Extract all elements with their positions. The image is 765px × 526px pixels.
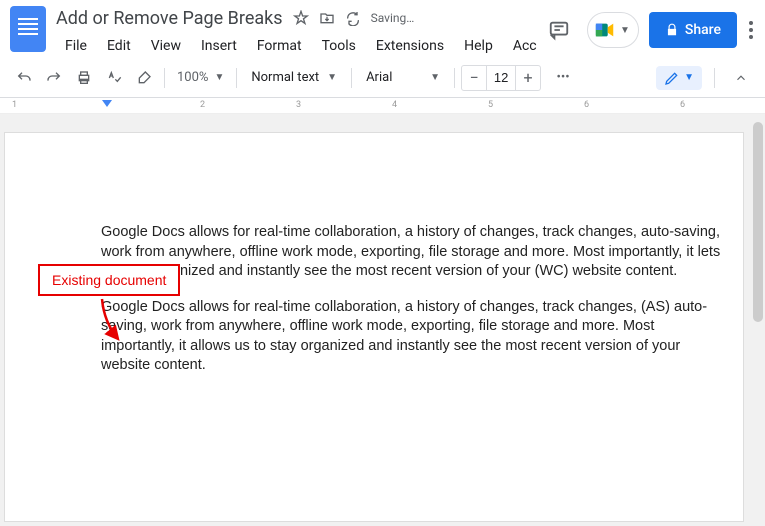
separator	[714, 68, 715, 88]
indent-marker[interactable]	[102, 100, 112, 107]
header-right: ▼ Share	[541, 6, 755, 48]
font-size-group: − +	[461, 65, 541, 91]
title-zone: Add or Remove Page Breaks Saving… File E…	[56, 6, 531, 58]
zoom-value: 100%	[177, 70, 208, 85]
style-value: Normal text	[251, 70, 319, 85]
editing-mode-button[interactable]: ▼	[656, 66, 702, 90]
star-icon[interactable]	[293, 10, 309, 26]
menu-view[interactable]: View	[142, 34, 190, 58]
separator	[236, 68, 237, 88]
font-size-input[interactable]	[486, 66, 516, 90]
document-area: Existing document Google Docs allows for…	[0, 114, 765, 526]
ruler[interactable]: 1 2 3 4 5 6 6	[0, 98, 765, 114]
paint-format-button[interactable]	[130, 64, 158, 92]
menu-edit[interactable]: Edit	[98, 34, 140, 58]
pen-icon	[664, 70, 680, 86]
annotation-label: Existing document	[38, 264, 180, 296]
menu-file[interactable]: File	[56, 34, 96, 58]
font-family-select[interactable]: Arial ▼	[358, 70, 448, 85]
font-value: Arial	[366, 70, 392, 85]
redo-button[interactable]	[40, 64, 68, 92]
meet-button[interactable]: ▼	[587, 12, 639, 48]
menu-bar: File Edit View Insert Format Tools Exten…	[56, 34, 531, 58]
chevron-down-icon: ▼	[430, 72, 440, 83]
share-label: Share	[685, 22, 721, 38]
docs-logo-icon[interactable]	[10, 6, 46, 52]
more-tools-button[interactable]: •••	[549, 64, 577, 92]
spellcheck-button[interactable]	[100, 64, 128, 92]
chevron-down-icon: ▼	[327, 72, 337, 83]
comments-button[interactable]	[541, 12, 577, 48]
more-vert-icon[interactable]	[747, 21, 755, 39]
menu-format[interactable]: Format	[248, 34, 311, 58]
paragraph-style-select[interactable]: Normal text ▼	[243, 70, 345, 85]
saving-status: Saving…	[371, 11, 415, 25]
print-button[interactable]	[70, 64, 98, 92]
toolbar: 100% ▼ Normal text ▼ Arial ▼ − + ••• ▼	[0, 58, 765, 98]
ruler-mark: 6	[680, 100, 685, 110]
menu-insert[interactable]: Insert	[192, 34, 246, 58]
ruler-mark: 4	[392, 100, 397, 110]
chevron-down-icon: ▼	[620, 25, 630, 36]
cloud-sync-icon[interactable]	[345, 10, 361, 26]
header: Add or Remove Page Breaks Saving… File E…	[0, 0, 765, 58]
menu-help[interactable]: Help	[455, 34, 502, 58]
ruler-mark: 1	[12, 100, 17, 110]
separator	[454, 68, 455, 88]
ruler-mark: 3	[296, 100, 301, 110]
chevron-down-icon: ▼	[214, 72, 224, 83]
document-title[interactable]: Add or Remove Page Breaks	[56, 8, 283, 29]
undo-button[interactable]	[10, 64, 38, 92]
menu-tools[interactable]: Tools	[313, 34, 365, 58]
collapse-toolbar-button[interactable]	[727, 64, 755, 92]
move-icon[interactable]	[319, 10, 335, 26]
ruler-mark: 6	[584, 100, 589, 110]
separator	[351, 68, 352, 88]
ruler-mark: 5	[488, 100, 493, 110]
font-size-increase-button[interactable]: +	[516, 66, 540, 90]
menu-accessibility[interactable]: Acc	[504, 34, 546, 58]
annotation-arrow-icon	[98, 297, 128, 347]
chevron-down-icon: ▼	[684, 72, 694, 83]
paragraph-1[interactable]: Google Docs allows for real-time collabo…	[101, 223, 723, 282]
meet-icon	[594, 20, 616, 40]
share-button[interactable]: Share	[649, 12, 737, 48]
ruler-mark: 2	[200, 100, 205, 110]
zoom-select[interactable]: 100% ▼	[171, 70, 230, 85]
separator	[164, 68, 165, 88]
menu-extensions[interactable]: Extensions	[367, 34, 453, 58]
paragraph-2[interactable]: Google Docs allows for real-time collabo…	[101, 298, 723, 376]
font-size-decrease-button[interactable]: −	[462, 66, 486, 90]
vertical-scrollbar[interactable]	[753, 122, 763, 322]
lock-icon	[665, 23, 679, 37]
